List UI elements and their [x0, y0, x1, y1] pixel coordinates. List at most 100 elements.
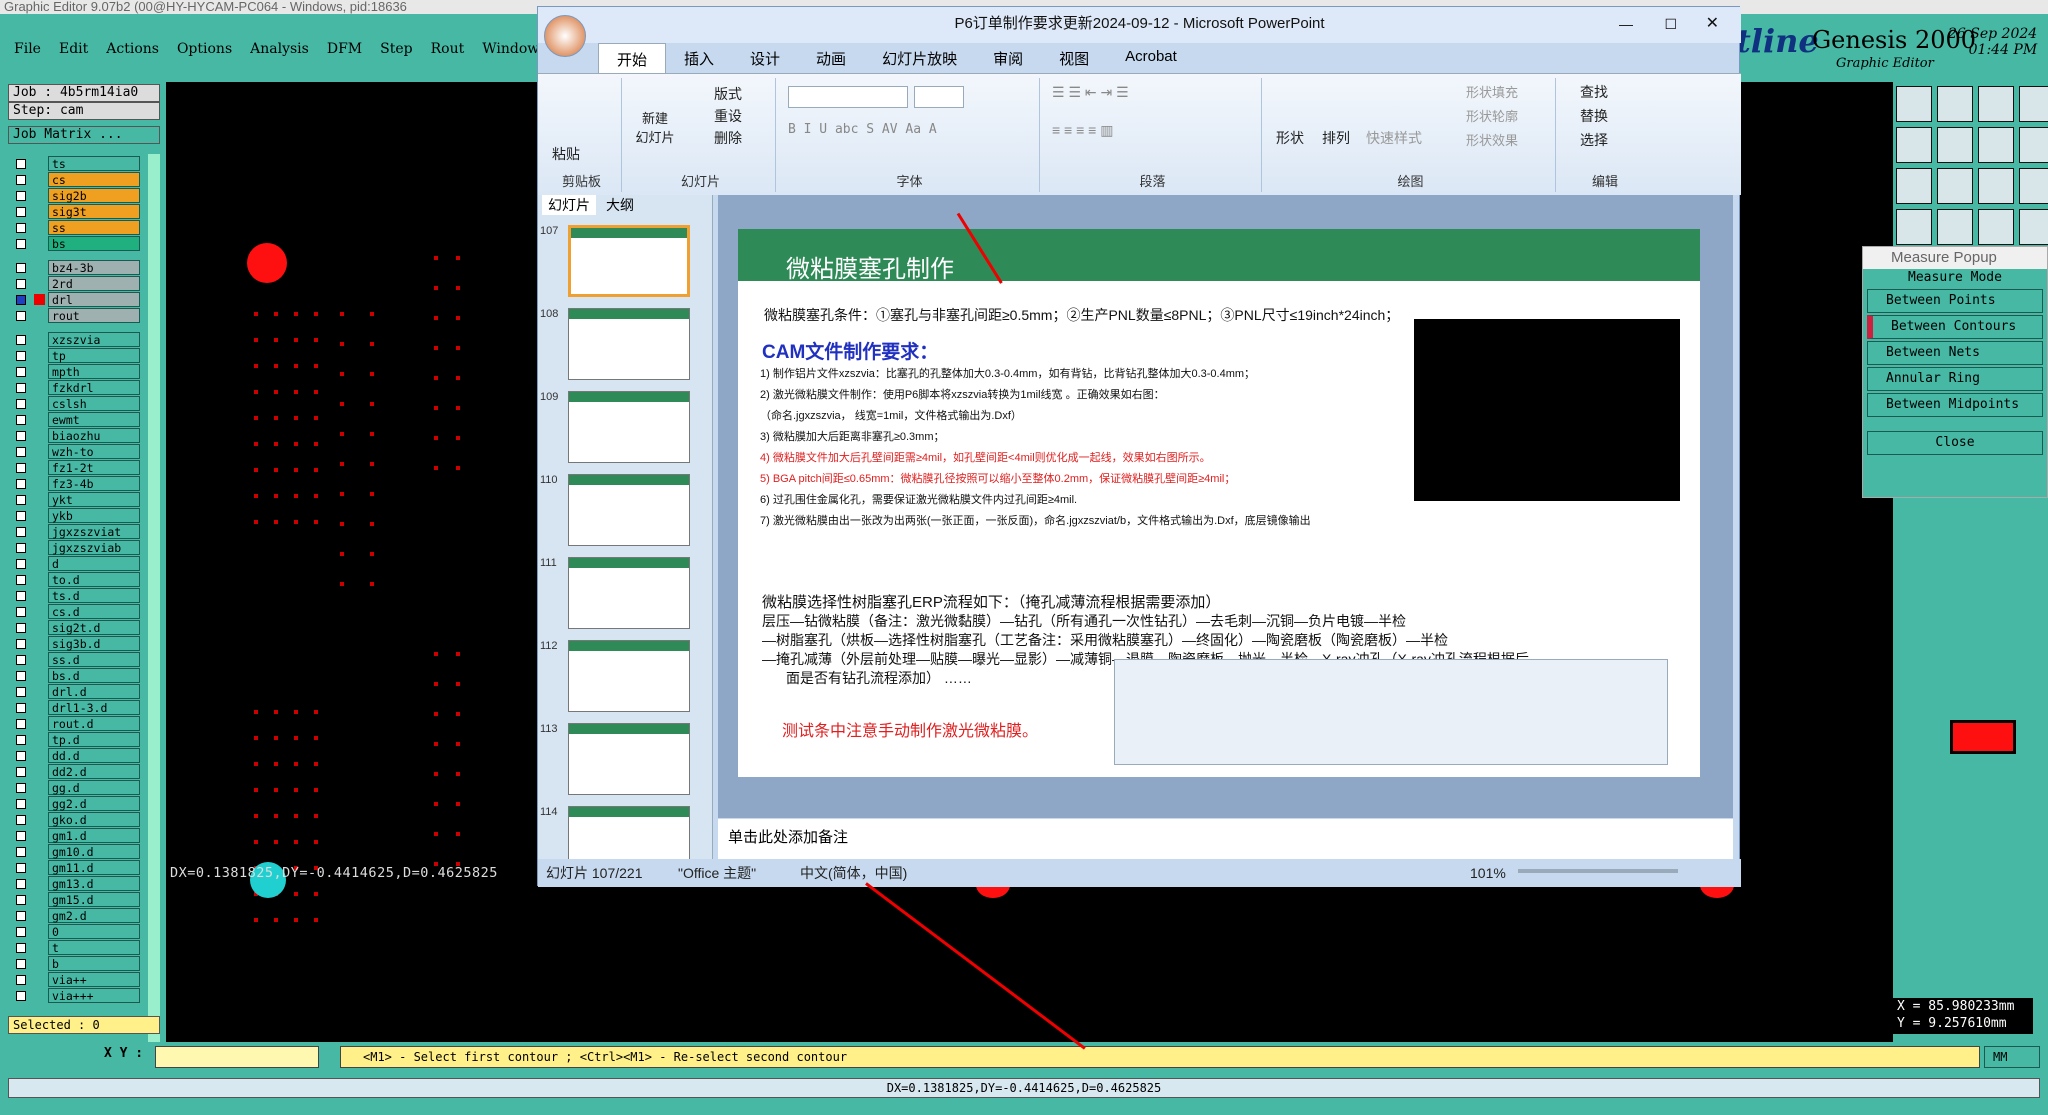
layer-checkbox[interactable]: [16, 703, 26, 713]
layer-name[interactable]: rout: [48, 308, 140, 323]
slide-thumbnail[interactable]: [568, 308, 690, 380]
layer-name[interactable]: 2rd: [48, 276, 140, 291]
tab-slideshow[interactable]: 幻灯片放映: [864, 43, 975, 73]
layer-row[interactable]: ts: [10, 156, 140, 172]
layer-checkbox[interactable]: [16, 399, 26, 409]
tool-icon[interactable]: [1978, 127, 2014, 163]
layer-checkbox[interactable]: [16, 815, 26, 825]
layer-name[interactable]: cs: [48, 172, 140, 187]
layer-checkbox[interactable]: [16, 335, 26, 345]
layer-checkbox[interactable]: [16, 367, 26, 377]
tool-icon[interactable]: [2019, 86, 2048, 122]
layer-row[interactable]: ewmt: [10, 412, 140, 428]
layer-row[interactable]: fz1-2t: [10, 460, 140, 476]
zoom-slider[interactable]: [1518, 869, 1678, 873]
layer-name[interactable]: gm10.d: [48, 844, 140, 859]
layer-name[interactable]: bs.d: [48, 668, 140, 683]
layer-checkbox[interactable]: [16, 767, 26, 777]
tool-icon[interactable]: [1896, 86, 1932, 122]
layer-row[interactable]: gm15.d: [10, 892, 140, 908]
layer-name[interactable]: ts.d: [48, 588, 140, 603]
job-matrix-button[interactable]: Job Matrix ...: [8, 126, 160, 144]
layer-name[interactable]: gko.d: [48, 812, 140, 827]
minimize-icon[interactable]: —: [1619, 7, 1633, 41]
layer-row[interactable]: tp: [10, 348, 140, 364]
layer-checkbox[interactable]: [16, 463, 26, 473]
layer-row[interactable]: fzkdrl: [10, 380, 140, 396]
select-button[interactable]: 选择: [1580, 130, 1608, 150]
layer-checkbox[interactable]: [16, 623, 26, 633]
layer-row[interactable]: gm13.d: [10, 876, 140, 892]
tab-view[interactable]: 视图: [1041, 43, 1107, 73]
layer-name[interactable]: jgxzszviab: [48, 540, 140, 555]
layer-checkbox[interactable]: [16, 479, 26, 489]
layer-checkbox[interactable]: [16, 911, 26, 921]
pane-tab-outline[interactable]: 大纲: [606, 195, 634, 215]
layer-row[interactable]: rout: [10, 308, 140, 324]
layer-row[interactable]: drl.d: [10, 684, 140, 700]
layer-checkbox[interactable]: [16, 383, 26, 393]
layer-checkbox[interactable]: [16, 751, 26, 761]
layer-name[interactable]: gm2.d: [48, 908, 140, 923]
layer-checkbox[interactable]: [16, 415, 26, 425]
tool-icon[interactable]: [1978, 86, 2014, 122]
layer-checkbox[interactable]: [16, 735, 26, 745]
tool-icon[interactable]: [2019, 168, 2048, 204]
layer-checkbox[interactable]: [16, 431, 26, 441]
layer-name[interactable]: cs.d: [48, 604, 140, 619]
layer-name[interactable]: ewmt: [48, 412, 140, 427]
tab-acrobat[interactable]: Acrobat: [1107, 43, 1195, 73]
layer-name[interactable]: sig2b: [48, 188, 140, 203]
close-icon[interactable]: ✕: [1706, 7, 1719, 41]
layer-checkbox[interactable]: [16, 279, 26, 289]
layer-checkbox[interactable]: [16, 311, 26, 321]
layer-row[interactable]: via++: [10, 972, 140, 988]
menu-rout[interactable]: Rout: [431, 40, 465, 58]
layer-checkbox[interactable]: [16, 831, 26, 841]
font-name-select[interactable]: [788, 86, 908, 108]
layer-checkbox[interactable]: [16, 207, 26, 217]
pane-tab-slides[interactable]: 幻灯片: [542, 195, 596, 215]
layer-row[interactable]: gm1.d: [10, 828, 140, 844]
layer-row[interactable]: cs.d: [10, 604, 140, 620]
layer-checkbox[interactable]: [16, 847, 26, 857]
layer-row[interactable]: tp.d: [10, 732, 140, 748]
slide-editor[interactable]: 微粘膜塞孔制作 微粘膜塞孔条件：①塞孔与非塞孔间距≥0.5mm；②生产PNL数量…: [718, 195, 1733, 818]
align-buttons[interactable]: ≡ ≡ ≡ ≡ ▥: [1052, 122, 1113, 139]
quick-style-button[interactable]: 快速样式: [1366, 128, 1422, 148]
layer-name[interactable]: ykb: [48, 508, 140, 523]
layer-row[interactable]: gg.d: [10, 780, 140, 796]
layer-name[interactable]: sig2t.d: [48, 620, 140, 635]
layer-name[interactable]: drl: [48, 292, 140, 307]
list-buttons[interactable]: ☰ ☰ ⇤ ⇥ ☰: [1052, 84, 1129, 101]
layer-name[interactable]: wzh-to: [48, 444, 140, 459]
layer-checkbox[interactable]: [16, 671, 26, 681]
layer-row[interactable]: dd.d: [10, 748, 140, 764]
layer-name[interactable]: via++: [48, 972, 140, 987]
layer-row[interactable]: ykt: [10, 492, 140, 508]
tool-icon[interactable]: [2019, 127, 2048, 163]
layer-checkbox[interactable]: [16, 607, 26, 617]
layer-checkbox[interactable]: [16, 495, 26, 505]
layer-checkbox[interactable]: [16, 175, 26, 185]
tool-icon[interactable]: [2019, 209, 2048, 245]
layer-name[interactable]: t: [48, 940, 140, 955]
layer-name[interactable]: xzszvia: [48, 332, 140, 347]
layer-row[interactable]: bz4-3b: [10, 260, 140, 276]
shape-effect-button[interactable]: 形状效果: [1466, 130, 1518, 149]
slide-thumbnail[interactable]: [568, 723, 690, 795]
layer-checkbox[interactable]: [16, 687, 26, 697]
layer-name[interactable]: b: [48, 956, 140, 971]
replace-button[interactable]: 替换: [1580, 106, 1608, 126]
layer-row[interactable]: via+++: [10, 988, 140, 1004]
slide-thumbnail[interactable]: [568, 557, 690, 629]
layer-name[interactable]: ykt: [48, 492, 140, 507]
layer-row[interactable]: bs.d: [10, 668, 140, 684]
font-format-buttons[interactable]: B I U abc S AV Aa A: [788, 122, 937, 137]
slide-thumbnail[interactable]: [568, 225, 690, 297]
layer-checkbox[interactable]: [16, 191, 26, 201]
layer-row[interactable]: xzszvia: [10, 332, 140, 348]
layer-checkbox[interactable]: [16, 351, 26, 361]
layer-row[interactable]: jgxzszviab: [10, 540, 140, 556]
slide-thumbnail[interactable]: [568, 391, 690, 463]
